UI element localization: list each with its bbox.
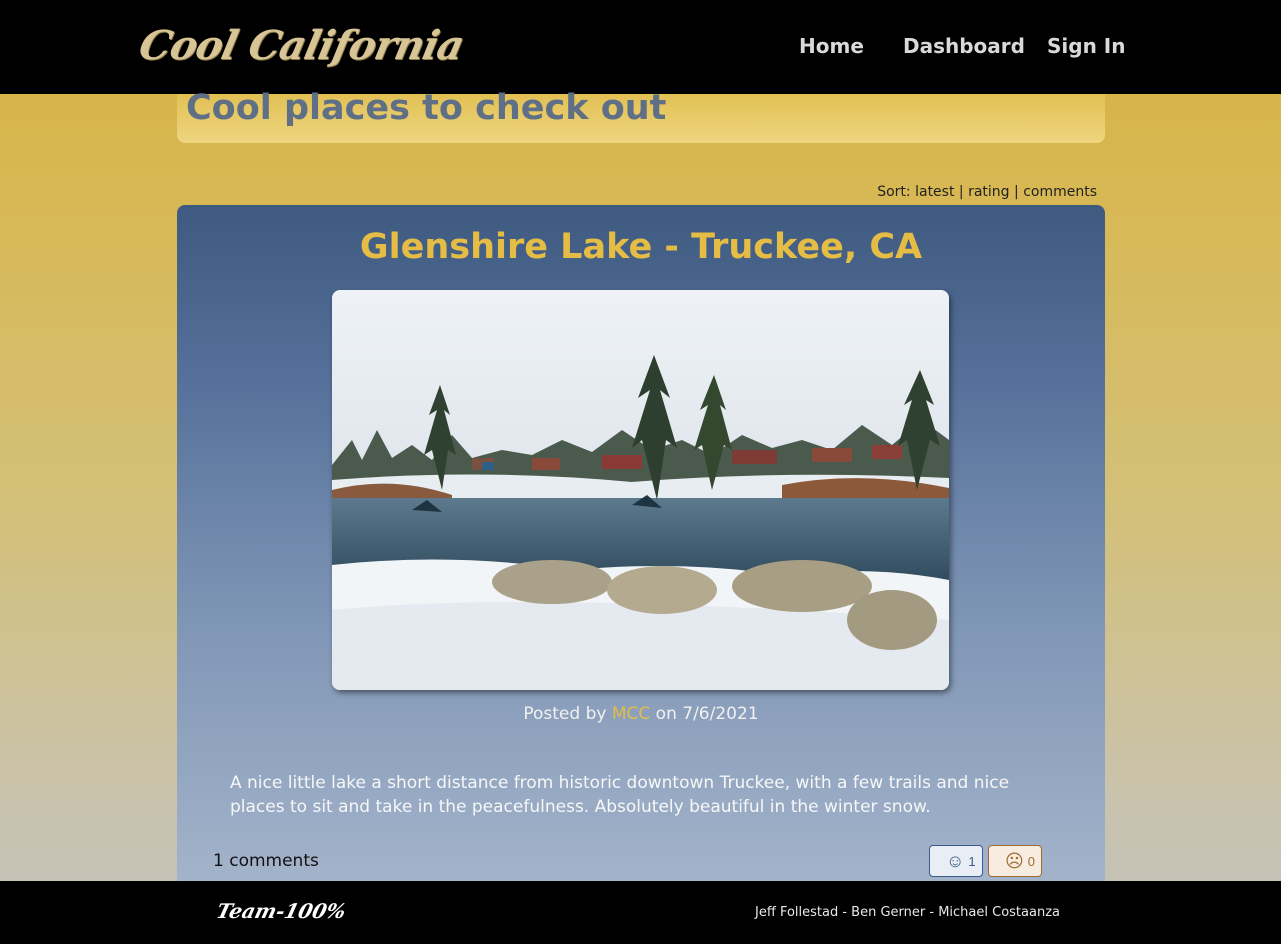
- sort-comments-link[interactable]: comments: [1023, 184, 1097, 200]
- post-author-link[interactable]: MCC: [612, 704, 650, 724]
- top-navbar: Cool California Home Dashboard Sign In: [0, 0, 1281, 94]
- page-heading-panel: Cool places to check out: [177, 88, 1105, 143]
- comments-count-link[interactable]: 1 comments: [213, 851, 319, 871]
- post-date: 7/6/2021: [682, 704, 759, 724]
- sort-latest-link[interactable]: latest: [915, 184, 954, 200]
- frown-icon: ☹: [1005, 851, 1024, 871]
- nav-dashboard-link[interactable]: Dashboard: [903, 34, 1025, 58]
- upvote-count: 1: [968, 853, 976, 869]
- date-prefix: on: [655, 704, 677, 724]
- posted-by-label: Posted by: [523, 704, 607, 724]
- downvote-button[interactable]: ☹ 0: [988, 845, 1042, 877]
- upvote-button[interactable]: ☺ 1: [929, 845, 983, 877]
- downvote-count: 0: [1027, 853, 1035, 869]
- post-meta: Posted by MCC on 7/6/2021: [177, 704, 1105, 724]
- site-logo[interactable]: Cool California: [135, 22, 468, 69]
- post-photo: [332, 290, 949, 690]
- footer: Team-100% Jeff Follestad - Ben Gerner - …: [0, 881, 1281, 944]
- post-description: A nice little lake a short distance from…: [230, 773, 1010, 817]
- smile-icon: ☺: [946, 851, 965, 871]
- nav-home-link[interactable]: Home: [799, 34, 864, 58]
- team-logo: Team-100%: [214, 899, 349, 923]
- sort-rating-link[interactable]: rating: [968, 184, 1009, 200]
- footer-credits: Jeff Follestad - Ben Gerner - Michael Co…: [755, 905, 1060, 920]
- sort-label: Sort:: [877, 184, 911, 200]
- post-title[interactable]: Glenshire Lake - Truckee, CA: [177, 227, 1105, 267]
- sort-separator: |: [1014, 184, 1019, 200]
- nav-sign-in-link[interactable]: Sign In: [1047, 34, 1125, 58]
- sort-separator: |: [958, 184, 964, 200]
- post-card: Glenshire Lake - Truckee, CA Posted by M…: [177, 205, 1105, 905]
- sort-controls: Sort: latest | rating | comments: [877, 184, 1097, 200]
- page-title: Cool places to check out: [186, 88, 667, 128]
